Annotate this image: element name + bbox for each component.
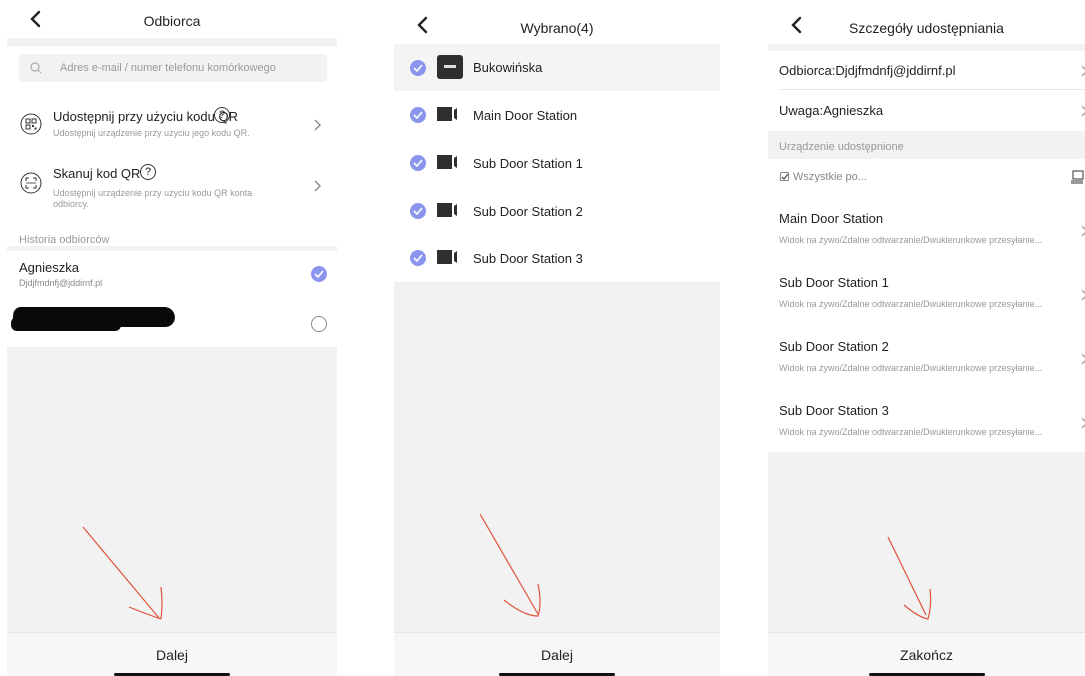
device-item[interactable]: Sub Door Station 1 bbox=[394, 139, 720, 187]
shared-device-permissions: Widok na żywo/Zdalne odtwarzanie/Dwukier… bbox=[779, 363, 1043, 373]
device-label: Sub Door Station 1 bbox=[473, 156, 583, 171]
device-label: Bukowińska bbox=[473, 60, 543, 75]
note-text: Uwaga:Agnieszka bbox=[779, 103, 884, 118]
checked-icon[interactable] bbox=[410, 250, 426, 266]
device-filter-icon[interactable] bbox=[1070, 170, 1084, 184]
chevron-right-icon bbox=[1081, 289, 1085, 301]
nvr-device-icon bbox=[437, 55, 463, 79]
red-arrow-annotation bbox=[479, 513, 541, 617]
chevron-right-icon bbox=[1081, 225, 1085, 237]
red-arrow-annotation bbox=[82, 526, 163, 620]
sharing-details-screen: Szczegóły udostępniania Odbiorca:Djdjfmd… bbox=[768, 0, 1085, 676]
note-row[interactable]: Uwaga:Agnieszka bbox=[768, 91, 1085, 131]
header: Wybrano(4) bbox=[394, 0, 720, 44]
checked-icon[interactable] bbox=[410, 107, 426, 123]
recipient-text: Odbiorca:Djdjfmdnfj@jddirnf.pl bbox=[779, 63, 956, 78]
red-arrow-annotation bbox=[887, 536, 932, 620]
recipient-item[interactable]: Agnieszka Djdjfmdnfj@jddirnf.pl bbox=[7, 251, 337, 297]
device-item[interactable]: Main Door Station bbox=[394, 91, 720, 139]
chevron-right-icon bbox=[1081, 65, 1085, 77]
shared-device-item[interactable]: Sub Door Station 2 Widok na żywo/Zdalne … bbox=[768, 327, 1085, 387]
scan-qr-item[interactable]: Skanuj kod QR ? Udostępnij urządzenie pr… bbox=[7, 158, 337, 216]
qr-code-icon bbox=[20, 113, 42, 135]
search-input[interactable]: Adres e-mail / numer telefonu komórkoweg… bbox=[19, 54, 327, 82]
recipient-history-list: Agnieszka Djdjfmdnfj@jddirnf.pl bbox=[7, 251, 337, 347]
next-button-label: Dalej bbox=[541, 647, 573, 663]
share-by-qr-item[interactable]: Udostępnij przy użyciu kodu QR ? Udostęp… bbox=[7, 103, 337, 149]
chevron-right-icon bbox=[1081, 353, 1085, 365]
selected-check-icon[interactable] bbox=[311, 266, 327, 282]
chevron-right-icon bbox=[314, 180, 321, 192]
scan-qr-desc-line2: odbiorcy. bbox=[53, 199, 89, 209]
shared-devices-header: Urządzenie udostępnione bbox=[779, 141, 904, 153]
select-all-checkbox[interactable] bbox=[780, 172, 789, 181]
recipient-item[interactable] bbox=[7, 301, 337, 347]
unselected-radio-icon[interactable] bbox=[311, 316, 327, 332]
camera-icon bbox=[437, 203, 457, 217]
recipient-name: Agnieszka bbox=[19, 260, 79, 275]
scan-qr-desc-line1: Udostępnij urządzenie przy użyciu kodu Q… bbox=[53, 188, 253, 198]
shared-device-permissions: Widok na żywo/Zdalne odtwarzanie/Dwukier… bbox=[779, 299, 1043, 309]
details-section: Odbiorca:Djdjfmdnfj@jddirnf.pl Uwaga:Agn… bbox=[768, 51, 1085, 131]
header: Odbiorca bbox=[7, 0, 337, 38]
select-all-row[interactable]: Wszystkie po... bbox=[768, 159, 1085, 195]
shared-device-item[interactable]: Main Door Station Widok na żywo/Zdalne o… bbox=[768, 199, 1085, 259]
device-label: Sub Door Station 3 bbox=[473, 251, 583, 266]
shared-device-item[interactable]: Sub Door Station 1 Widok na żywo/Zdalne … bbox=[768, 263, 1085, 323]
page-title: Szczegóły udostępniania bbox=[849, 20, 1004, 36]
device-label: Main Door Station bbox=[473, 108, 578, 123]
shared-device-permissions: Widok na żywo/Zdalne odtwarzanie/Dwukier… bbox=[779, 427, 1043, 437]
camera-icon bbox=[437, 250, 457, 264]
camera-icon bbox=[437, 107, 457, 121]
scan-qr-title: Skanuj kod QR bbox=[53, 166, 141, 181]
shared-device-item[interactable]: Sub Door Station 3 Widok na żywo/Zdalne … bbox=[768, 391, 1085, 451]
help-icon[interactable]: ? bbox=[214, 107, 230, 123]
finish-button[interactable]: Zakończ bbox=[768, 632, 1085, 676]
finish-button-label: Zakończ bbox=[900, 647, 953, 663]
device-item[interactable]: Bukowińska bbox=[394, 44, 720, 91]
scan-icon bbox=[20, 172, 42, 194]
shared-device-permissions: Widok na żywo/Zdalne odtwarzanie/Dwukier… bbox=[779, 235, 1043, 245]
header: Szczegóły udostępniania bbox=[768, 0, 1085, 44]
shared-device-name: Sub Door Station 1 bbox=[779, 275, 889, 290]
device-item[interactable]: Sub Door Station 3 bbox=[394, 235, 720, 282]
page-title: Odbiorca bbox=[143, 13, 201, 29]
history-header: Historia odbiorców bbox=[19, 234, 110, 246]
chevron-right-icon bbox=[1081, 417, 1085, 429]
checked-icon[interactable] bbox=[410, 60, 426, 76]
shared-device-name: Main Door Station bbox=[779, 211, 884, 226]
next-button[interactable]: Dalej bbox=[394, 632, 720, 676]
search-placeholder: Adres e-mail / numer telefonu komórkoweg… bbox=[60, 62, 276, 74]
shared-device-name: Sub Door Station 2 bbox=[779, 339, 889, 354]
checked-icon[interactable] bbox=[410, 155, 426, 171]
checked-icon[interactable] bbox=[410, 203, 426, 219]
device-label: Sub Door Station 2 bbox=[473, 204, 583, 219]
redacted-name-scribble bbox=[11, 317, 121, 331]
recipient-row[interactable]: Odbiorca:Djdjfmdnfj@jddirnf.pl bbox=[779, 51, 1085, 90]
next-button-label: Dalej bbox=[156, 647, 188, 663]
select-all-label: Wszystkie po... bbox=[793, 171, 867, 183]
shared-devices-list: Wszystkie po... Main Door Station Widok … bbox=[768, 159, 1085, 452]
recipient-screen: Odbiorca Adres e-mail / numer telefonu k… bbox=[7, 0, 337, 676]
help-icon[interactable]: ? bbox=[140, 164, 156, 180]
options-section: Adres e-mail / numer telefonu komórkoweg… bbox=[7, 46, 337, 246]
chevron-right-icon bbox=[314, 119, 321, 131]
selected-devices-screen: Wybrano(4) Bukowińska Main Door Station … bbox=[394, 0, 720, 676]
share-by-qr-desc: Udostępnij urządzenie przy użyciu jego k… bbox=[53, 128, 250, 138]
share-by-qr-title: Udostępnij przy użyciu kodu QR bbox=[53, 109, 238, 124]
page-title: Wybrano(4) bbox=[520, 20, 594, 36]
device-list: Bukowińska Main Door Station Sub Door St… bbox=[394, 44, 720, 282]
chevron-right-icon bbox=[1081, 105, 1085, 117]
camera-icon bbox=[437, 155, 457, 169]
search-icon bbox=[30, 62, 42, 74]
next-button[interactable]: Dalej bbox=[7, 632, 337, 676]
shared-device-name: Sub Door Station 3 bbox=[779, 403, 889, 418]
recipient-email: Djdjfmdnfj@jddirnf.pl bbox=[19, 278, 103, 288]
device-item[interactable]: Sub Door Station 2 bbox=[394, 187, 720, 235]
